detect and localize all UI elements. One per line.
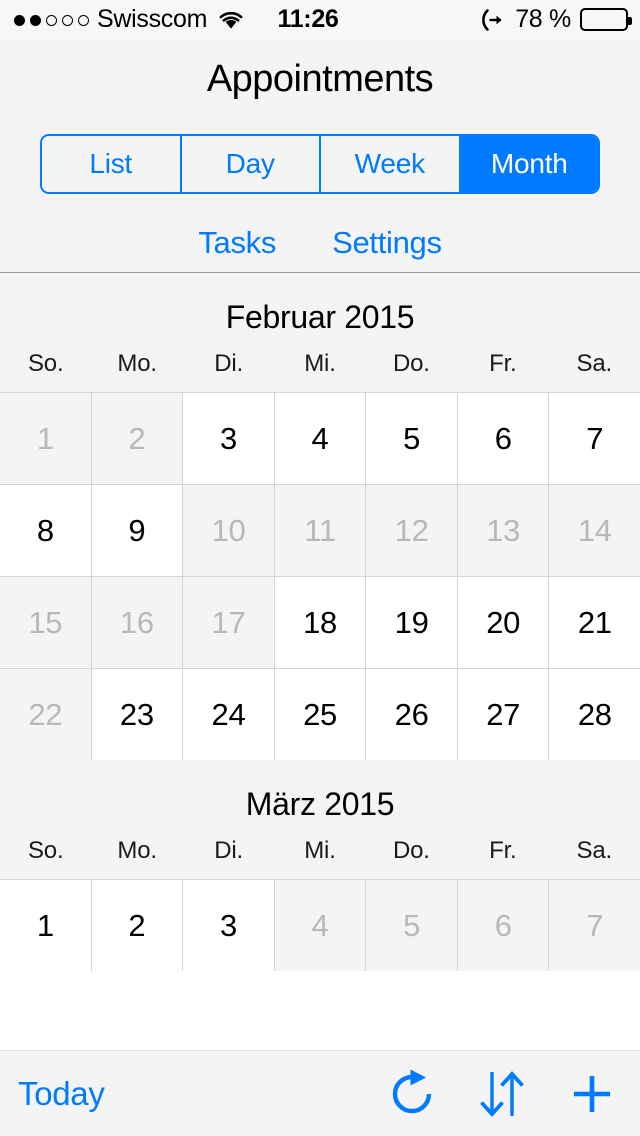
weekday-label: Do. bbox=[393, 350, 430, 377]
status-bar: Swisscom 11:26 78 % bbox=[0, 0, 640, 40]
weekday-header-row: So. Mo. Di. Mi. Do. Fr. Sa. bbox=[0, 336, 640, 392]
segment-week[interactable]: Week bbox=[321, 136, 461, 192]
day-cell[interactable]: 6 bbox=[457, 393, 550, 484]
app-screen: Swisscom 11:26 78 % Appointments List Da… bbox=[0, 0, 640, 1136]
weekday-label: Do. bbox=[393, 837, 430, 864]
segment-day[interactable]: Day bbox=[181, 136, 321, 192]
day-cell[interactable]: 5 bbox=[366, 880, 458, 971]
day-cell[interactable]: 26 bbox=[366, 669, 458, 760]
weekday-label: Fr. bbox=[489, 350, 517, 377]
weekday-label: So. bbox=[27, 350, 64, 377]
day-cell[interactable]: 21 bbox=[549, 577, 640, 668]
day-cell[interactable]: 19 bbox=[366, 577, 458, 668]
day-cell[interactable]: 6 bbox=[457, 880, 550, 971]
day-cell[interactable]: 1 bbox=[0, 880, 92, 971]
weekday-label: Mi. bbox=[304, 837, 336, 864]
day-cell[interactable]: 15 bbox=[0, 577, 92, 668]
day-cell[interactable]: 13 bbox=[457, 485, 550, 576]
month-block: Februar 2015 So. Mo. Di. Mi. Do. Fr. Sa. 1 2 3 4 5 6 7… bbox=[0, 273, 640, 760]
day-cell[interactable]: 10 bbox=[183, 485, 275, 576]
month-header: März 2015 So. Mo. Di. Mi. Do. Fr. Sa. bbox=[0, 760, 640, 879]
day-cell[interactable]: 27 bbox=[457, 669, 550, 760]
day-cell[interactable]: 18 bbox=[274, 577, 367, 668]
segment-list[interactable]: List bbox=[42, 136, 182, 192]
week-row: 8 9 10 11 12 13 14 bbox=[0, 484, 640, 576]
day-cell[interactable]: 5 bbox=[366, 393, 458, 484]
day-cell[interactable]: 2 bbox=[91, 393, 184, 484]
day-cell[interactable]: 28 bbox=[549, 669, 640, 760]
day-cell[interactable]: 2 bbox=[91, 880, 184, 971]
week-row: 1234567 bbox=[0, 879, 640, 971]
signal-dot bbox=[62, 14, 73, 26]
day-cell[interactable]: 8 bbox=[0, 485, 92, 576]
day-cell[interactable]: 11 bbox=[274, 485, 367, 576]
signal-dot bbox=[14, 14, 25, 26]
nav-link-tasks[interactable]: Tasks bbox=[198, 225, 276, 261]
toolbar-actions bbox=[384, 1051, 620, 1136]
status-bar-left: Swisscom bbox=[14, 0, 245, 40]
day-cell[interactable]: 23 bbox=[91, 669, 184, 760]
month-block: März 2015 So. Mo. Di. Mi. Do. Fr. Sa. 1 2 3 4 5 6 7 bbox=[0, 760, 640, 971]
month-title: März 2015 bbox=[245, 786, 395, 822]
secondary-nav-links: Tasks Settings bbox=[0, 225, 640, 261]
weekday-label: Mi. bbox=[304, 350, 336, 377]
weekday-label: Sa. bbox=[576, 350, 613, 377]
weekday-label: So. bbox=[27, 837, 64, 864]
signal-dot bbox=[30, 14, 41, 26]
day-cell[interactable]: 17 bbox=[183, 577, 275, 668]
sync-arrows-icon[interactable] bbox=[474, 1066, 530, 1122]
location-arrow-icon bbox=[480, 8, 506, 33]
bottom-toolbar: Today bbox=[0, 1050, 640, 1136]
day-cell[interactable]: 7 bbox=[549, 393, 640, 484]
day-cell[interactable]: 24 bbox=[183, 669, 275, 760]
day-cell[interactable]: 14 bbox=[549, 485, 640, 576]
nav-link-settings[interactable]: Settings bbox=[332, 225, 442, 261]
day-cell[interactable]: 7 bbox=[549, 880, 640, 971]
wifi-icon bbox=[215, 9, 245, 31]
today-button[interactable]: Today bbox=[18, 1051, 105, 1136]
status-bar-right: 78 % bbox=[480, 0, 632, 40]
week-row: 22 23 24 25 26 27 28 bbox=[0, 668, 640, 760]
calendar-scroll-area[interactable]: Februar 2015 So. Mo. Di. Mi. Do. Fr. Sa. 1 2 3 4 5 6 7… bbox=[0, 273, 640, 1050]
day-cell[interactable]: 3 bbox=[183, 393, 275, 484]
week-row: 15 16 17 18 19 20 21 bbox=[0, 576, 640, 668]
clock-label: 11:26 bbox=[277, 4, 339, 33]
day-cell[interactable]: 3 bbox=[183, 880, 275, 971]
day-cell[interactable]: 4 bbox=[274, 880, 367, 971]
month-header: Februar 2015 So. Mo. Di. Mi. Do. Fr. Sa. bbox=[0, 273, 640, 392]
battery-percent-label: 78 % bbox=[515, 4, 571, 33]
view-mode-segmented-control[interactable]: List Day Week Month bbox=[40, 134, 600, 194]
refresh-icon[interactable] bbox=[384, 1066, 440, 1122]
battery-icon bbox=[580, 8, 632, 31]
signal-dot bbox=[78, 14, 89, 26]
weekday-label: Di. bbox=[214, 350, 243, 377]
week-row: 1234567 bbox=[0, 392, 640, 484]
day-cell[interactable]: 25 bbox=[274, 669, 367, 760]
day-cell[interactable]: 4 bbox=[274, 393, 367, 484]
day-cell[interactable]: 1 bbox=[0, 393, 92, 484]
weekday-label: Mo. bbox=[117, 350, 157, 377]
signal-dot bbox=[46, 14, 57, 26]
weekday-header-row: So. Mo. Di. Mi. Do. Fr. Sa. bbox=[0, 823, 640, 879]
day-cell[interactable]: 12 bbox=[366, 485, 458, 576]
add-icon[interactable] bbox=[564, 1066, 620, 1122]
weekday-label: Mo. bbox=[117, 837, 157, 864]
day-cell[interactable]: 22 bbox=[0, 669, 92, 760]
carrier-label: Swisscom bbox=[97, 4, 208, 33]
day-cell[interactable]: 9 bbox=[91, 485, 184, 576]
signal-strength-dots bbox=[14, 14, 89, 26]
weekday-label: Fr. bbox=[489, 837, 517, 864]
segment-month[interactable]: Month bbox=[460, 136, 598, 192]
weekday-label: Sa. bbox=[576, 837, 613, 864]
day-cell[interactable]: 16 bbox=[91, 577, 184, 668]
page-title: Appointments bbox=[206, 58, 434, 100]
day-cell[interactable]: 20 bbox=[457, 577, 550, 668]
month-title: Februar 2015 bbox=[225, 299, 415, 335]
weekday-label: Di. bbox=[214, 837, 243, 864]
